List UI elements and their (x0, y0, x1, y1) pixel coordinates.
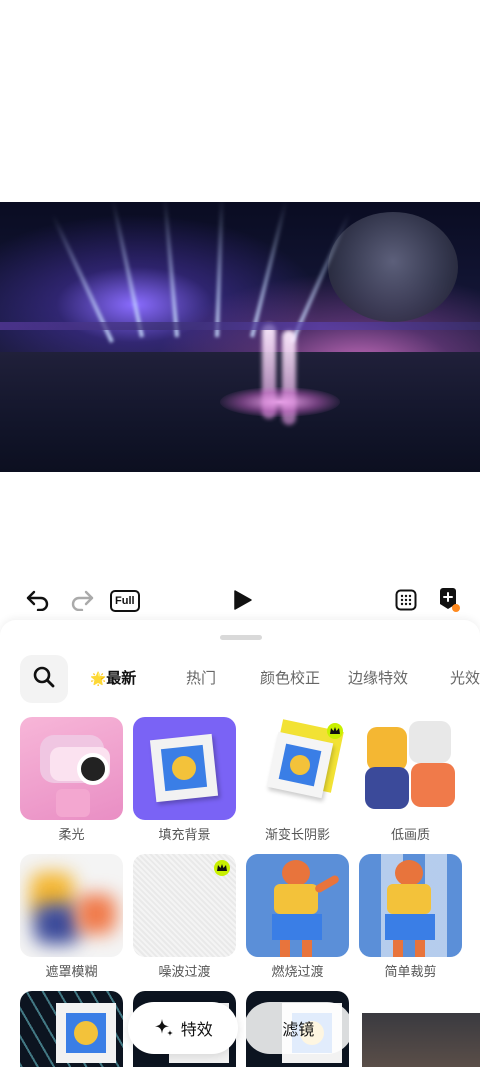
undo-icon[interactable] (24, 586, 52, 614)
effect-item-gradient-long-shadow[interactable]: 渐变长阴影 (246, 717, 349, 843)
effect-label: 填充背景 (158, 827, 211, 842)
crown-icon (327, 723, 343, 739)
effect-label: 简单裁剪 (384, 964, 437, 979)
tab-latest[interactable]: 🌟最新 (90, 665, 136, 693)
tab-edge-effects[interactable]: 边缘特效 (348, 665, 408, 693)
redo-icon[interactable] (68, 586, 96, 614)
effect-item-noise-transition[interactable]: 噪波过渡 (133, 854, 236, 980)
effect-item-simple-crop[interactable]: 简单裁剪 (359, 854, 462, 980)
effect-item-mask-blur[interactable]: 遮罩模糊 (20, 854, 123, 980)
star-icon: 🌟 (90, 671, 107, 686)
effect-label: 低画质 (390, 827, 430, 842)
full-button[interactable]: Full (110, 590, 140, 612)
light-beam (110, 202, 144, 338)
tab-color-correction[interactable]: 颜色校正 (260, 665, 320, 693)
effects-tab-button[interactable]: 特效 (128, 1002, 238, 1054)
effect-item-burn-transition[interactable]: 燃烧过渡 (246, 854, 349, 980)
crown-icon (214, 860, 230, 876)
effect-thumbnail (359, 717, 462, 820)
filter-label: 滤镜 (282, 1022, 315, 1039)
play-icon[interactable] (230, 586, 254, 614)
light-beam (250, 202, 288, 338)
effect-label: 燃烧过渡 (271, 964, 324, 979)
light-beam (162, 202, 179, 338)
add-sticker-icon[interactable] (436, 586, 462, 614)
effects-label: 特效 (180, 1022, 213, 1039)
effect-thumbnail (133, 717, 236, 820)
shore-lights (0, 322, 480, 330)
editor-toolbar: Full (0, 580, 480, 620)
light-beam (215, 202, 224, 338)
sparkle-icon (153, 1017, 175, 1039)
search-icon (32, 665, 56, 693)
effect-label: 柔光 (58, 827, 85, 842)
effect-item-low-quality[interactable]: 低画质 (359, 717, 462, 843)
effect-thumbnail (20, 991, 123, 1067)
effect-thumbnail (246, 854, 349, 957)
water-splash (220, 387, 340, 417)
effect-thumbnail (133, 854, 236, 957)
video-sphere-screen (328, 212, 458, 322)
effect-item-soft-light[interactable]: 柔光 (20, 717, 123, 843)
grid-icon[interactable] (394, 586, 418, 614)
effect-thumbnail (20, 854, 123, 957)
effect-label: 遮罩模糊 (45, 964, 98, 979)
effect-thumbnail (359, 854, 462, 957)
effect-thumbnail (20, 717, 123, 820)
effect-label: 渐变长阴影 (264, 827, 330, 842)
effect-item-fill-background[interactable]: 填充背景 (133, 717, 236, 843)
filter-tab-button[interactable]: 滤镜 (243, 1002, 353, 1054)
effect-thumbnail (246, 717, 349, 820)
tab-hot[interactable]: 热门 (186, 665, 216, 693)
effect-label: 噪波过渡 (158, 964, 211, 979)
video-preview[interactable] (0, 202, 480, 472)
effect-item-row3-1[interactable] (20, 991, 123, 1067)
tab-light-effects[interactable]: 光效 (450, 665, 480, 693)
corner-preview-thumbnail (362, 1013, 480, 1067)
drag-handle[interactable] (220, 635, 262, 640)
bottom-mode-switch: 特效 滤镜 (128, 1000, 353, 1056)
search-button[interactable] (20, 655, 68, 703)
category-tabs: 🌟最新 热门 颜色校正 边缘特效 光效 (86, 665, 480, 695)
